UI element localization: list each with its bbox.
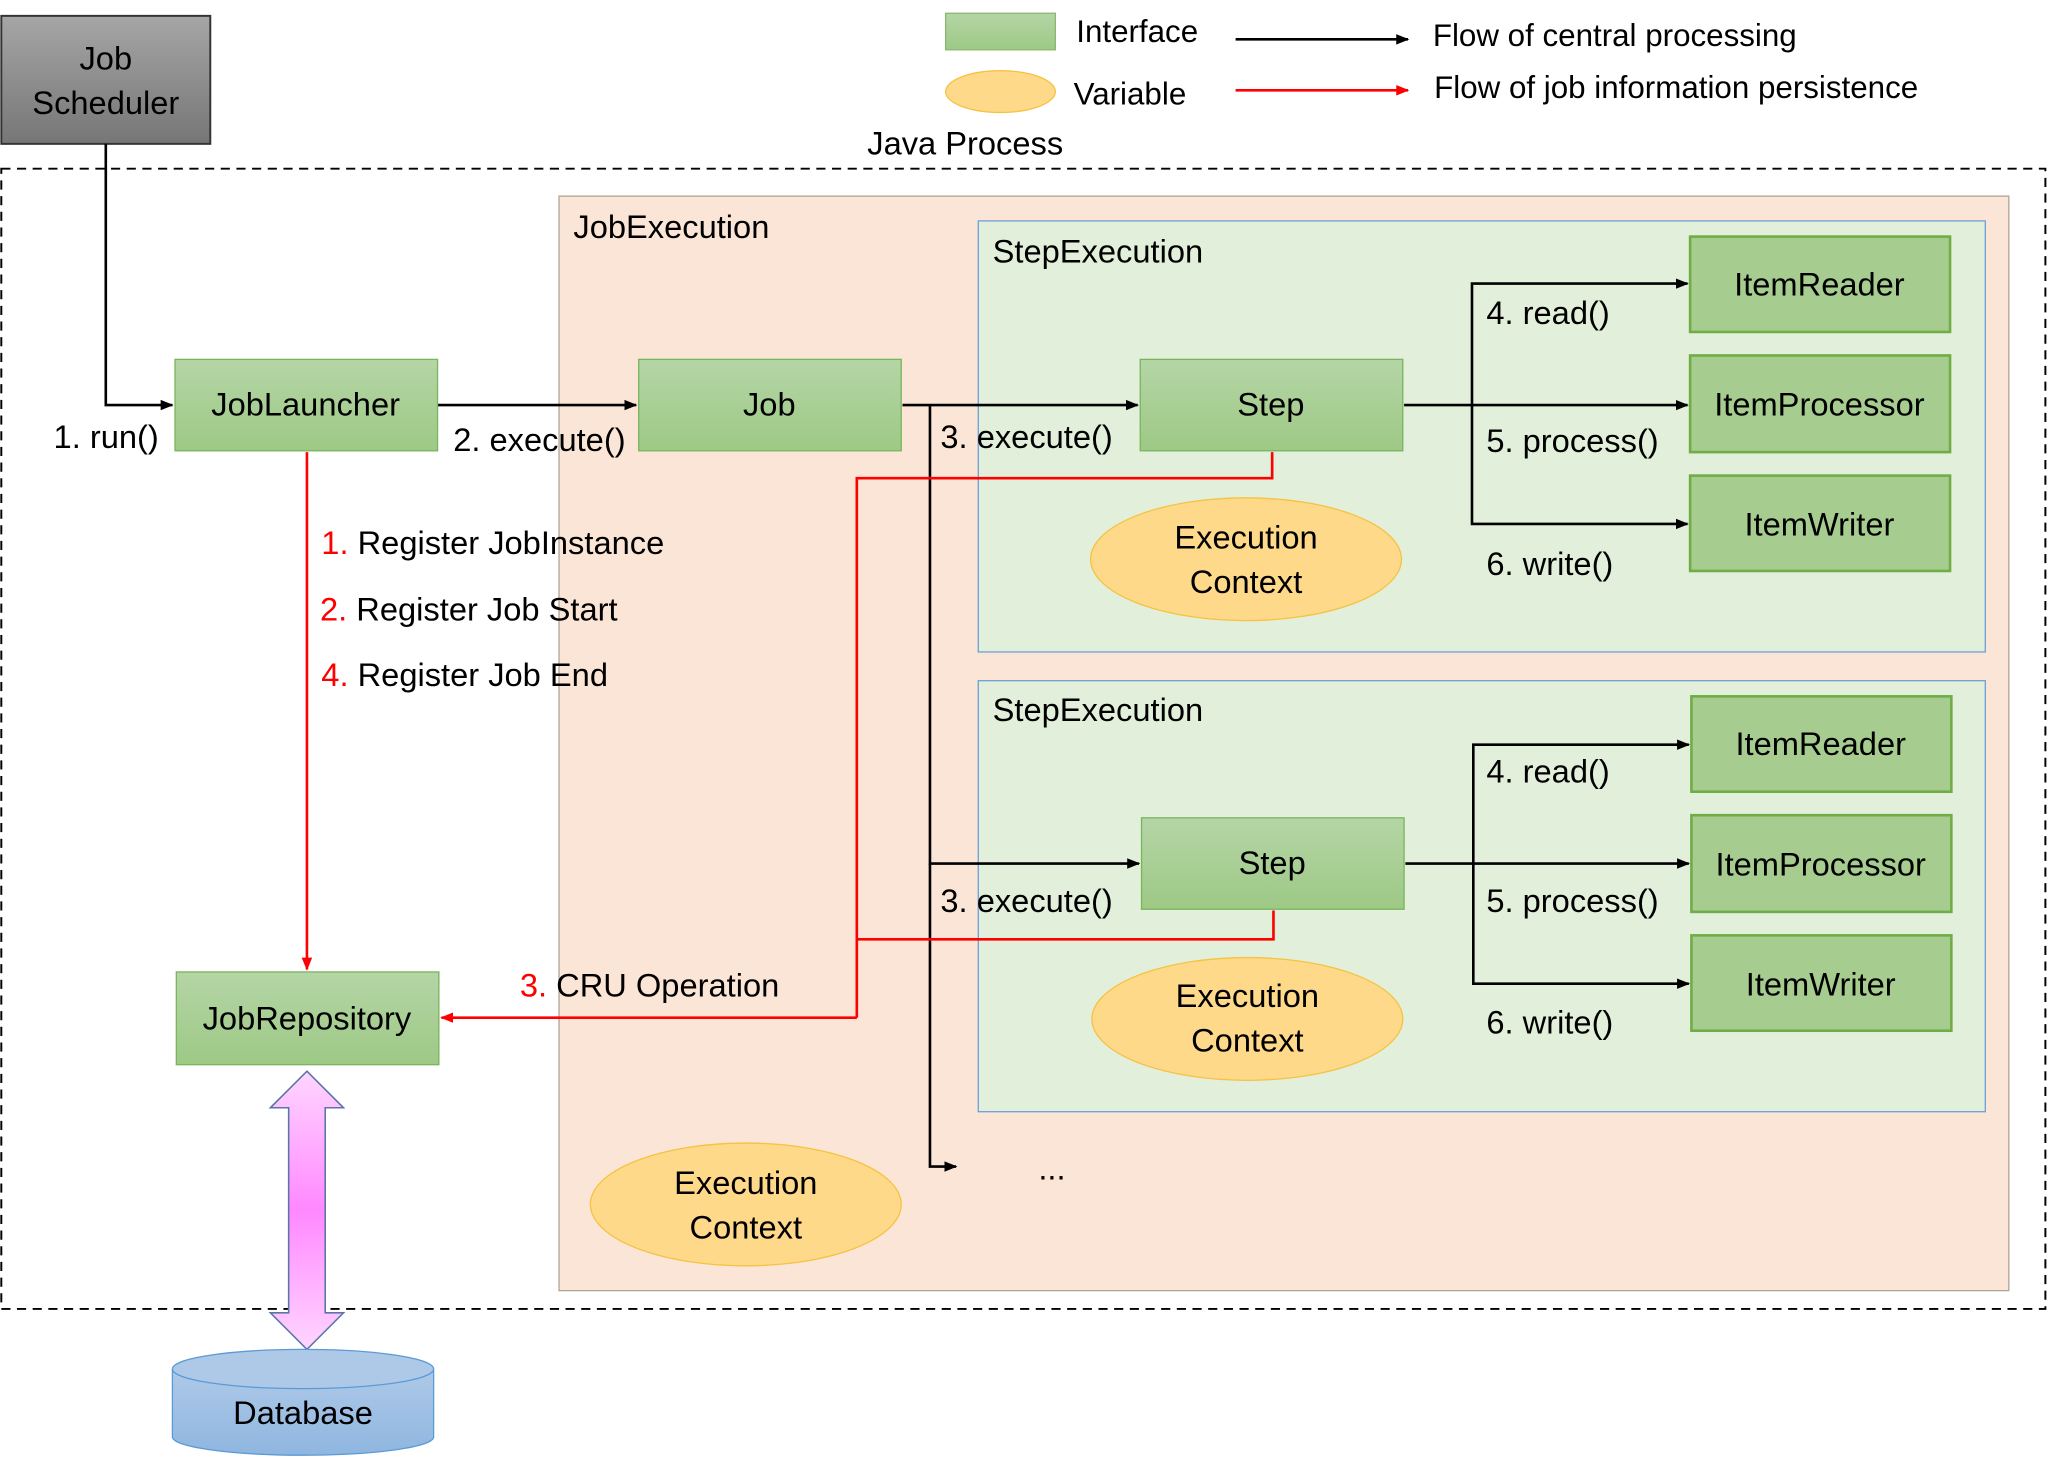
java-process-label: Java Process (867, 124, 1063, 161)
legend: Interface Variable Flow of central proce… (944, 12, 1918, 114)
more-steps-ellipsis: ... (1038, 1150, 1065, 1187)
step-execution-2-title: StepExecution (993, 691, 1204, 728)
step-2-write-label: 6. write() (1486, 1003, 1613, 1040)
job-launcher: JobLauncher (174, 358, 439, 452)
job-launcher-label: JobLauncher (211, 386, 400, 423)
register-job-end-label: 4. Register Job End (321, 656, 608, 693)
step-2-execution-context: Execution Context (1091, 956, 1404, 1081)
legend-persistence-label: Flow of job information persistence (1434, 70, 1918, 105)
database: Database (171, 1348, 435, 1456)
job-scheduler-label-2: Scheduler (32, 84, 179, 121)
step-1-item-reader: ItemReader (1688, 235, 1952, 334)
step-1-item-reader-label: ItemReader (1734, 265, 1905, 302)
legend-interface-label: Interface (1076, 14, 1198, 49)
step-execution-1-title: StepExecution (993, 233, 1204, 270)
step-2-process-label: 5. process() (1486, 882, 1658, 919)
step-1-item-processor: ItemProcessor (1688, 354, 1952, 454)
legend-central-label: Flow of central processing (1433, 18, 1797, 53)
job-scheduler: Job Scheduler (0, 14, 212, 145)
step-1-item-writer: ItemWriter (1688, 474, 1952, 573)
legend-variable-label: Variable (1074, 77, 1187, 112)
step-2-label: Step (1239, 844, 1306, 881)
job-scheduler-label-1: Job (79, 39, 132, 76)
step-2-context-label-1: Execution (1176, 977, 1319, 1014)
cru-operation-label: 3. CRU Operation (520, 967, 779, 1004)
step-1-context-label-1: Execution (1174, 519, 1317, 556)
step-2-context-label-2: Context (1191, 1022, 1304, 1059)
step-2-read-label: 4. read() (1486, 753, 1609, 790)
register-job-instance-label: 1. Register JobInstance (321, 524, 664, 561)
step-2-item-reader: ItemReader (1690, 695, 1953, 793)
repository-database-double-arrow (268, 1070, 346, 1351)
job-context-label-2: Context (690, 1208, 803, 1245)
job-execution-title: JobExecution (573, 208, 769, 245)
step-1-execute-label: 3. execute() (940, 418, 1112, 455)
legend-interface-swatch (944, 12, 1056, 51)
step-2-item-processor: ItemProcessor (1690, 813, 1953, 914)
step-2-item-writer: ItemWriter (1690, 934, 1953, 1033)
step-1: Step (1139, 358, 1404, 452)
job-execution-context: Execution Context (589, 1142, 902, 1267)
step-2: Step (1140, 817, 1405, 910)
job: Job (638, 358, 902, 452)
step-1-read-label: 4. read() (1486, 294, 1609, 331)
step-2-item-writer-label: ItemWriter (1746, 965, 1896, 1002)
step-2-item-reader-label: ItemReader (1735, 725, 1906, 762)
job-repository: JobRepository (175, 971, 440, 1066)
spring-batch-architecture-diagram: Interface Variable Flow of central proce… (0, 12, 2047, 1456)
step-1-item-processor-label: ItemProcessor (1714, 386, 1925, 423)
step-1-label: Step (1237, 386, 1304, 423)
execute-label: 2. execute() (453, 421, 625, 458)
step-1-process-label: 5. process() (1486, 422, 1658, 459)
step-2-item-processor-label: ItemProcessor (1716, 845, 1927, 882)
step-2-execute-label: 3. execute() (940, 882, 1112, 919)
step-1-execution-context: Execution Context (1089, 497, 1403, 622)
scheduler-to-launcher-arrow (104, 143, 174, 411)
register-job-start-label: 2. Register Job Start (320, 591, 618, 628)
step-1-item-writer-label: ItemWriter (1744, 506, 1894, 543)
job-context-label-1: Execution (674, 1164, 817, 1201)
run-label: 1. run() (54, 418, 159, 455)
step-1-context-label-2: Context (1190, 563, 1303, 600)
database-label: Database (233, 1394, 373, 1431)
job-label: Job (743, 386, 796, 423)
job-repository-label: JobRepository (203, 999, 412, 1036)
step-1-write-label: 6. write() (1486, 545, 1613, 582)
legend-variable-swatch (944, 70, 1056, 114)
